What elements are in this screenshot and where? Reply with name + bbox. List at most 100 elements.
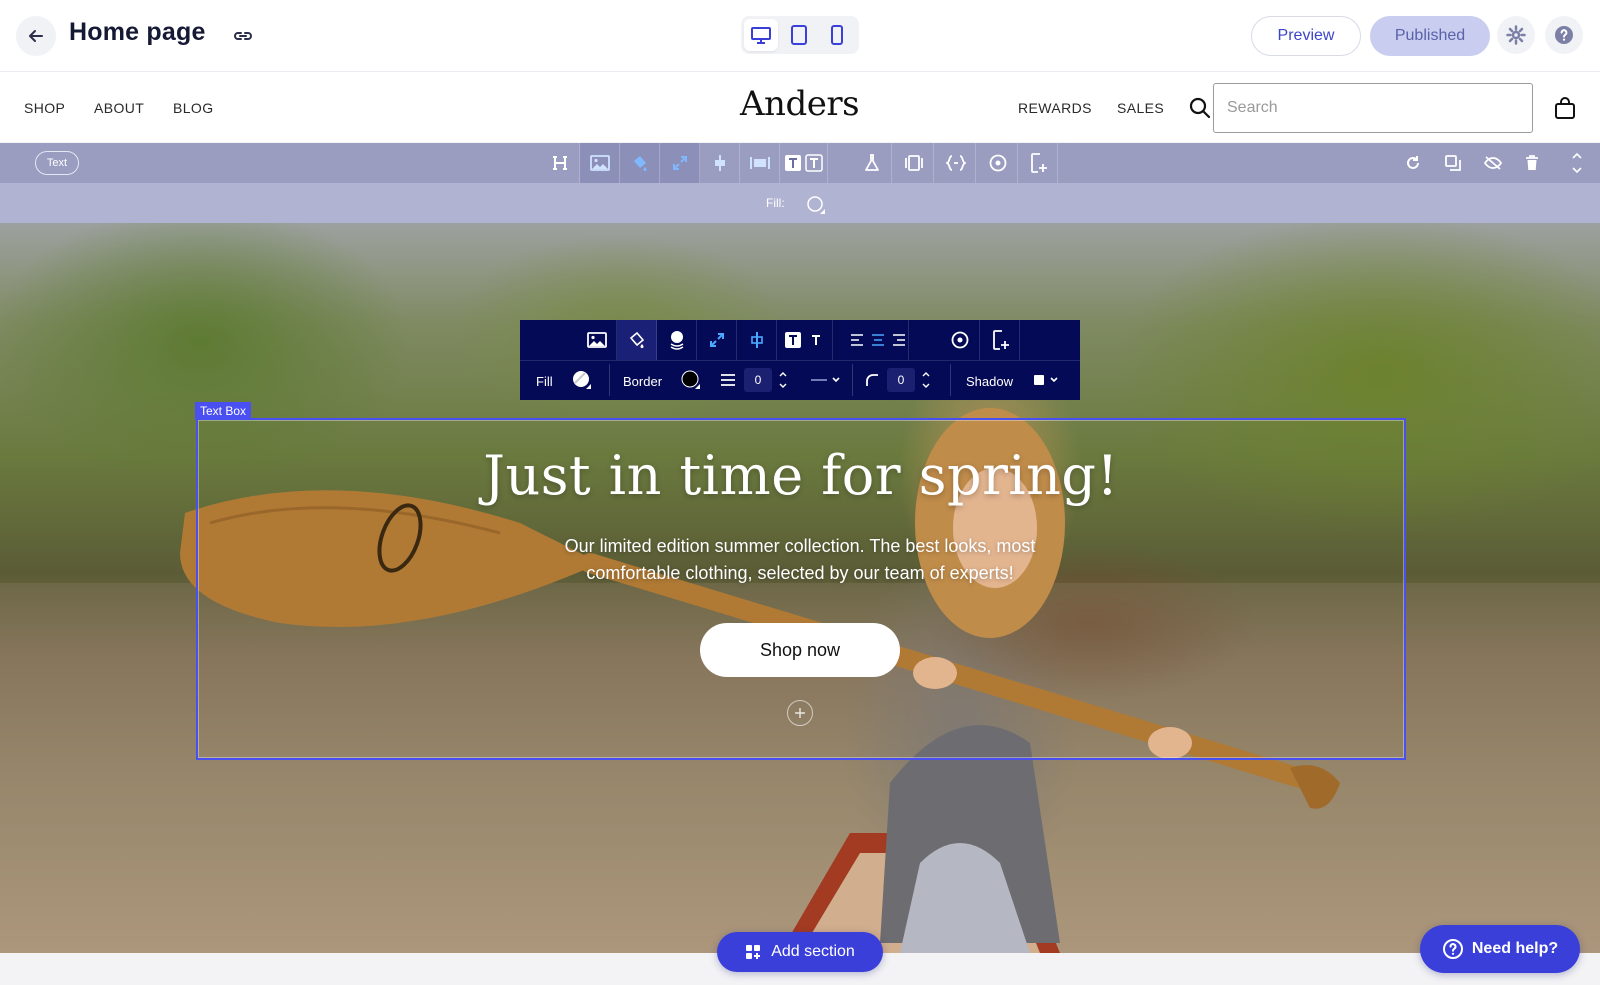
eye-off-icon: [1484, 156, 1502, 170]
fill-style-button[interactable]: [620, 143, 660, 183]
selection-label[interactable]: Text Box: [195, 402, 252, 420]
element-image-button[interactable]: [577, 320, 617, 360]
grid-plus-icon: [746, 945, 761, 959]
device-tablet-button[interactable]: [782, 19, 816, 51]
add-section-button[interactable]: Add section: [717, 932, 883, 972]
shadow-select[interactable]: [1030, 366, 1064, 394]
element-target-button[interactable]: [940, 320, 980, 360]
shop-now-button[interactable]: Shop now: [700, 623, 900, 677]
nav-sales[interactable]: SALES: [1117, 100, 1164, 116]
need-help-button[interactable]: Need help?: [1420, 925, 1580, 973]
mobile-add-icon: [992, 330, 1009, 350]
refresh-icon: [1407, 156, 1419, 169]
device-desktop-button[interactable]: [744, 19, 778, 51]
element-text-style-button[interactable]: [777, 320, 833, 360]
gear-icon: [1506, 25, 1526, 45]
vertical-align-button[interactable]: [700, 143, 740, 183]
text-format-icon: [784, 154, 823, 172]
line-style-dropdown-icon: [811, 377, 840, 383]
add-section-label: Add section: [771, 943, 855, 960]
shopping-bag-icon[interactable]: [1553, 96, 1577, 120]
section-fill-label: Fill:: [766, 196, 785, 210]
width-button[interactable]: [740, 143, 780, 183]
delete-button[interactable]: [1514, 143, 1550, 183]
text-style-button[interactable]: [780, 143, 828, 183]
color-swatch-icon: [573, 371, 591, 389]
heading-tool-button[interactable]: [540, 143, 580, 183]
effects-button[interactable]: [852, 143, 892, 183]
section-type-tag[interactable]: Text: [35, 151, 79, 175]
plus-icon: [795, 708, 805, 718]
search-icon[interactable]: [1188, 96, 1212, 120]
settings-button[interactable]: [1497, 16, 1535, 54]
paint-bucket-icon: [633, 156, 646, 172]
corner-radius-icon: [866, 374, 878, 386]
line-weight-icon: [721, 374, 735, 386]
tablet-icon: [791, 25, 807, 45]
element-layer-button[interactable]: [657, 320, 697, 360]
link-icon[interactable]: [232, 26, 254, 46]
border-style-select[interactable]: [808, 366, 844, 394]
preview-button[interactable]: Preview: [1251, 16, 1361, 56]
full-width-icon: [749, 157, 770, 169]
image-icon: [589, 155, 610, 171]
nav-shop[interactable]: SHOP: [24, 100, 65, 116]
published-button[interactable]: Published: [1370, 16, 1490, 56]
desktop-icon: [751, 27, 771, 44]
border-width-input[interactable]: 0: [744, 368, 772, 392]
element-mobile-add-button[interactable]: [980, 320, 1020, 360]
mobile-add-icon: [1030, 153, 1047, 173]
duplicate-button[interactable]: [1435, 143, 1471, 183]
back-button[interactable]: [16, 16, 56, 56]
border-width-icon-button[interactable]: [717, 366, 739, 394]
code-braces-icon: [945, 155, 966, 171]
section-fill-swatch[interactable]: [806, 195, 826, 215]
shadow-label: Shadow: [966, 374, 1013, 389]
border-color-picker[interactable]: [679, 366, 703, 394]
fill-label: Fill: [536, 374, 553, 389]
move-section-button[interactable]: [1559, 143, 1595, 183]
background-image-button[interactable]: [580, 143, 620, 183]
resize-icon: [709, 333, 724, 347]
hero-heading[interactable]: Just in time for spring!: [196, 444, 1406, 507]
corner-radius-input[interactable]: 0: [887, 368, 915, 392]
mobile-icon: [831, 25, 843, 45]
element-fill-button[interactable]: [617, 320, 657, 360]
text-align-group[interactable]: [847, 320, 909, 360]
fill-color-picker[interactable]: [570, 366, 594, 394]
add-element-button[interactable]: [787, 700, 813, 726]
corner-radius-stepper[interactable]: [919, 366, 933, 394]
align-center-icon: [714, 155, 725, 171]
element-resize-button[interactable]: [697, 320, 737, 360]
text-align-icon: [850, 334, 905, 346]
question-circle-icon: [1442, 939, 1463, 959]
chevron-up-down-icon: [1572, 152, 1582, 174]
layout-button[interactable]: [894, 143, 934, 183]
resize-button[interactable]: [660, 143, 700, 183]
store-logo[interactable]: Anders: [740, 84, 860, 124]
hero-subheading[interactable]: Our limited edition summer collection. T…: [540, 533, 1060, 587]
nav-rewards[interactable]: REWARDS: [1018, 100, 1092, 116]
nav-blog[interactable]: BLOG: [173, 100, 214, 116]
device-mobile-button[interactable]: [820, 19, 854, 51]
need-help-label: Need help?: [1471, 940, 1559, 957]
element-align-button[interactable]: [737, 320, 777, 360]
search-input[interactable]: [1213, 83, 1533, 133]
color-swatch-icon: [681, 370, 700, 389]
code-button[interactable]: [936, 143, 976, 183]
target-icon: [951, 331, 968, 349]
toolbar-divider: [609, 364, 610, 396]
text-format-icon: [784, 332, 824, 348]
add-to-mobile-button[interactable]: [1018, 143, 1058, 183]
border-width-stepper[interactable]: [776, 366, 790, 394]
toolbar-divider: [852, 364, 853, 396]
hide-button[interactable]: [1475, 143, 1511, 183]
target-button[interactable]: [978, 143, 1018, 183]
nav-about[interactable]: ABOUT: [94, 100, 144, 116]
device-switcher: [741, 16, 859, 54]
layers-icon: [670, 331, 683, 350]
toolbar-divider: [950, 364, 951, 396]
help-button[interactable]: [1545, 16, 1583, 54]
refresh-button[interactable]: [1395, 143, 1431, 183]
corner-radius-icon-button[interactable]: [862, 366, 882, 394]
